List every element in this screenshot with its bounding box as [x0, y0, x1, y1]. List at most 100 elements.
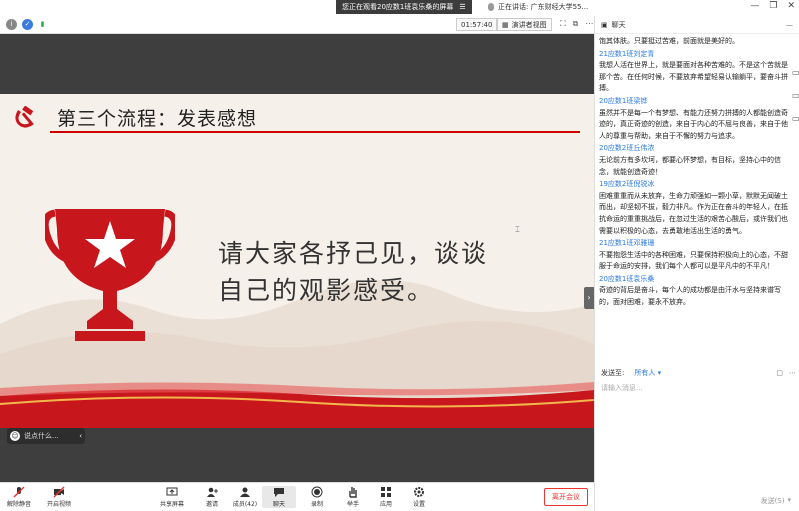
- apps-grid-icon: [381, 487, 391, 497]
- collapse-chevron-icon[interactable]: ‹: [79, 428, 82, 444]
- invite-icon: [207, 487, 218, 497]
- sharing-menu-icon[interactable]: ☰: [459, 0, 465, 14]
- chat-message-text: 无论前方有多坎坷，都要心怀梦想，有目标，坚持心中的信念，就能创造奇迹！: [599, 155, 781, 176]
- members-icon: [240, 487, 250, 497]
- chat-message-text: 奇迹的背后是奋斗，每个人的成功都是由汗水与坚持来谱写的，面对困难，要永不放弃。: [599, 286, 781, 307]
- chat-message-list: 饱其体肤。只要挺过苦难，前面就是美好的。 21应数1班刘定青 我想人活在世界上，…: [599, 36, 789, 310]
- chat-bubble-icon: ▣: [601, 20, 608, 29]
- chat-side-icons: ▭ ▭ ▭: [792, 68, 799, 123]
- panel-toggle-button[interactable]: ›: [584, 287, 594, 309]
- apps-label: 应用: [379, 501, 392, 508]
- hammer-sickle-icon: [15, 106, 34, 128]
- window-icon[interactable]: ▭: [792, 68, 799, 77]
- quick-comment-placeholder: 说点什么...: [24, 432, 59, 440]
- raise-hand-label: 举手: [346, 501, 359, 508]
- chat-message-text: 我想人活在世界上，就是要面对各种苦难的。不是这个苦就是那个苦。在任何时候，不要放…: [599, 61, 788, 93]
- sharing-text: 您正在观看20应数1班袁乐桑的屏幕: [342, 3, 454, 11]
- meeting-toolbar: 解除静音 开启视频 共享屏幕 邀请 成员(42) 聊天 录制 举手 应用 设置 …: [0, 482, 594, 511]
- raise-hand-button[interactable]: 举手: [336, 486, 370, 508]
- emoji-icon[interactable]: ☺: [10, 431, 20, 441]
- hand-icon: [349, 487, 357, 498]
- send-button[interactable]: 发送(S) ▾: [761, 496, 791, 506]
- more-icon[interactable]: ⋯: [585, 19, 593, 29]
- chat-message-text: 饱其体肤。只要挺过苦难，前面就是美好的。: [599, 37, 739, 45]
- meeting-timer: 01:57:40: [456, 18, 498, 31]
- window-icon[interactable]: ▭: [792, 91, 799, 100]
- chat-icon: [274, 488, 284, 497]
- send-to-dropdown[interactable]: 所有人 ▾: [634, 368, 661, 378]
- red-wave-band: [0, 382, 594, 428]
- chat-button[interactable]: 聊天: [262, 486, 296, 508]
- close-button[interactable]: ✕: [787, 1, 795, 11]
- chat-sender: 20应数1班袁乐桑: [599, 274, 655, 283]
- speaker-mic-icon: [488, 3, 494, 11]
- meeting-app: 您正在观看20应数1班袁乐桑的屏幕 ☰ 正在讲话: 广东财经大学55... — …: [0, 0, 799, 511]
- view-mode-label: 演讲者视图: [511, 20, 547, 29]
- share-screen-icon: [166, 487, 178, 496]
- title-underline: [50, 131, 580, 133]
- settings-button[interactable]: 设置: [402, 486, 436, 508]
- trophy-icon: [45, 209, 175, 341]
- maximize-button[interactable]: ❐: [769, 1, 777, 11]
- chat-message-text: 不要抱怨生活中的各种困难，只要保持积极向上的心态，不甜服于命运的安排，我们每个人…: [599, 250, 788, 271]
- members-button[interactable]: 成员(42): [228, 486, 262, 508]
- chat-sender: 21应数1班邓雅珊: [599, 239, 655, 248]
- slide-text-line-2: 自己的观影感受。: [218, 276, 435, 305]
- mic-muted-icon: [13, 486, 25, 498]
- send-chevron-icon[interactable]: ▾: [787, 496, 791, 506]
- send-to-row: 发送至: 所有人 ▾ ▢ ⋯: [601, 368, 796, 378]
- slide-text-line-1: 请大家各抒己见，谈谈: [218, 239, 489, 268]
- speaking-indicator: 正在讲话: 广东财经大学55...: [488, 0, 588, 14]
- text-cursor-icon: ⌶: [515, 225, 520, 234]
- signal-strength-icon[interactable]: ▮: [37, 19, 48, 30]
- start-video-button[interactable]: 开启视频: [42, 486, 76, 508]
- send-label: 发送(S): [760, 497, 785, 505]
- chat-tools: ▢ ⋯: [776, 369, 796, 377]
- topbar-icons: ⛶ ⧉ ⋯: [560, 19, 593, 29]
- send-to-label: 发送至:: [601, 369, 625, 377]
- fullscreen-icon[interactable]: ⛶: [560, 19, 566, 29]
- chat-sender: 21应数1班刘定青: [599, 49, 655, 58]
- invite-button[interactable]: 邀请: [195, 486, 229, 508]
- chat-header: ▣ 聊天 —: [595, 16, 799, 34]
- apps-button[interactable]: 应用: [369, 486, 403, 508]
- more-options-icon[interactable]: ⋯: [789, 369, 796, 377]
- leave-meeting-button[interactable]: 离开会议: [544, 488, 588, 506]
- quick-comment-input[interactable]: ☺ 说点什么... ‹: [7, 428, 85, 444]
- slide-title: 第三个流程：发表感想: [57, 108, 258, 130]
- chat-message-text: 虽然并不是每一个有梦想、有能力还努力拼搏的人都能创造奇迹的，真正奇迹的创造，来自…: [599, 108, 788, 140]
- members-label: 成员(42): [232, 501, 258, 508]
- window-titlebar: 您正在观看20应数1班袁乐桑的屏幕 ☰ 正在讲话: 广东财经大学55... — …: [0, 0, 799, 16]
- meeting-topbar: i ✓ ▮ 01:57:40 ▦ 演讲者视图 ⛶ ⧉ ⋯: [0, 16, 594, 34]
- share-screen-label: 共享屏幕: [159, 501, 184, 508]
- view-mode-dropdown[interactable]: ▦ 演讲者视图: [497, 18, 552, 31]
- chat-label: 聊天: [272, 501, 285, 508]
- record-icon: [311, 486, 323, 498]
- share-screen-button[interactable]: 共享屏幕: [155, 486, 189, 508]
- float-window-icon[interactable]: ⧉: [573, 19, 579, 29]
- chat-title: 聊天: [611, 20, 626, 29]
- unmute-button[interactable]: 解除静音: [2, 486, 36, 508]
- chat-close-icon[interactable]: —: [786, 16, 793, 34]
- file-icon[interactable]: ▢: [776, 369, 783, 377]
- chat-input[interactable]: 请输入消息...: [601, 383, 643, 393]
- minimize-button[interactable]: —: [750, 1, 759, 11]
- settings-label: 设置: [412, 501, 425, 508]
- camera-off-icon: [53, 486, 65, 498]
- chat-sender: 20应数1班梁铧: [599, 96, 648, 105]
- start-video-label: 开启视频: [46, 501, 71, 508]
- grid-icon: ▦: [502, 20, 509, 29]
- info-icon[interactable]: i: [6, 19, 17, 30]
- record-label: 录制: [310, 501, 323, 508]
- sharing-banner[interactable]: 您正在观看20应数1班袁乐桑的屏幕 ☰: [336, 0, 472, 14]
- gear-icon: [414, 487, 424, 497]
- shared-screen-stage: 第三个流程：发表感想 请大家各抒己见，谈谈 自己的观影感受。 ⌶ ☺ 说点什么.…: [0, 34, 594, 482]
- unmute-label: 解除静音: [6, 501, 31, 508]
- security-shield-icon[interactable]: ✓: [22, 19, 33, 30]
- chat-panel: ▣ 聊天 — 饱其体肤。只要挺过苦难，前面就是美好的。 21应数1班刘定青 我想…: [594, 16, 799, 511]
- chat-sender: 19应数2班倪锐冰: [599, 180, 655, 189]
- window-controls: — ❐ ✕: [750, 1, 795, 11]
- presentation-slide: 第三个流程：发表感想 请大家各抒己见，谈谈 自己的观影感受。 ⌶: [0, 94, 594, 428]
- record-button[interactable]: 录制: [300, 486, 334, 508]
- window-icon[interactable]: ▭: [792, 114, 799, 123]
